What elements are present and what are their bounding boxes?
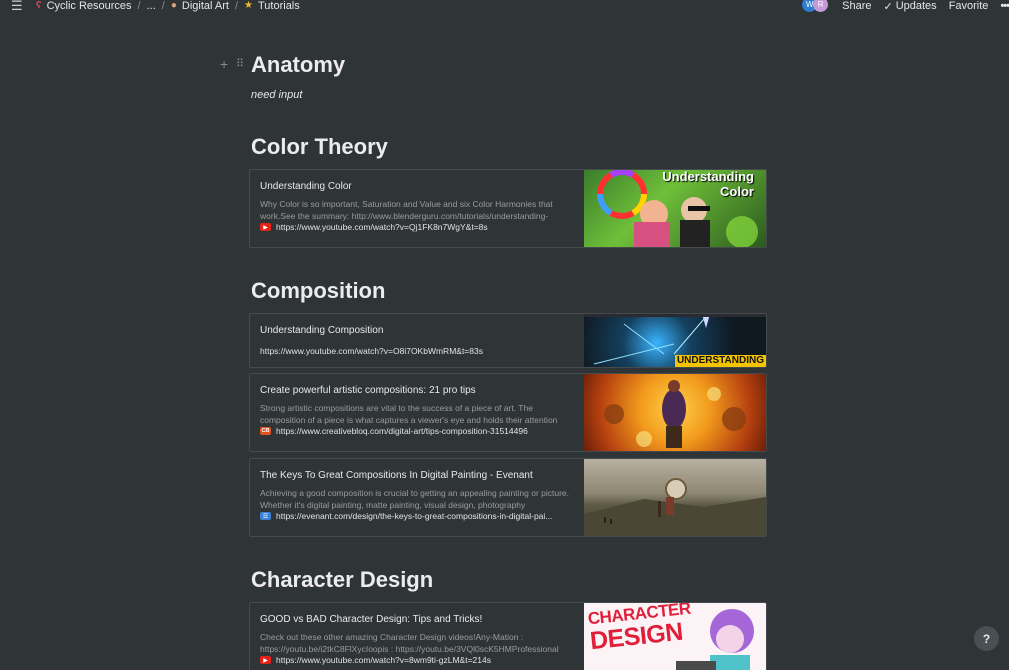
avatar-group[interactable]: W R bbox=[802, 0, 829, 12]
card-url: https://www.youtube.com/watch?v=O8i7OKbW… bbox=[260, 346, 574, 356]
card-title: GOOD vs BAD Character Design: Tips and T… bbox=[260, 614, 483, 625]
card-description: Check out these other amazing Character … bbox=[260, 632, 559, 654]
breadcrumb-separator: / bbox=[161, 0, 165, 12]
anatomy-note: need input bbox=[251, 89, 303, 101]
breadcrumb-label: ... bbox=[146, 0, 156, 12]
breadcrumb-separator: / bbox=[234, 0, 239, 12]
card-url-text: https://www.youtube.com/watch?v=O8i7OKbW… bbox=[260, 346, 483, 356]
evenant-icon: ☰ bbox=[260, 512, 271, 520]
card-title: The Keys To Great Compositions In Digita… bbox=[260, 470, 533, 481]
card-thumbnail: Understanding Color bbox=[584, 170, 766, 247]
card-thumbnail: CHARACTER DESIGN bbox=[584, 603, 766, 670]
card-title: Understanding Color bbox=[260, 181, 352, 192]
card-url-text: https://www.youtube.com/watch?v=Qj1FK8n7… bbox=[276, 222, 488, 232]
card-body: The Keys To Great Compositions In Digita… bbox=[250, 459, 584, 536]
card-thumbnail bbox=[584, 459, 766, 536]
avatar: R bbox=[813, 0, 829, 12]
breadcrumb-label: Digital Art bbox=[181, 0, 229, 12]
top-actions: W R Share ✓ Updates Favorite ••• bbox=[802, 0, 1009, 13]
card-description: Why Color is so important, Saturation an… bbox=[260, 199, 553, 221]
card-thumbnail bbox=[584, 374, 766, 451]
add-block-icon[interactable]: + bbox=[220, 56, 228, 72]
thumbnail-caption-line: Color bbox=[720, 184, 754, 199]
check-icon: ✓ bbox=[883, 0, 893, 13]
breadcrumb-item-digital-art[interactable]: ● Digital Art bbox=[171, 0, 229, 12]
card-url: ☰ https://evenant.com/design/the-keys-to… bbox=[260, 511, 574, 521]
heading-character-design: Character Design bbox=[251, 567, 434, 592]
bookmark-card-evenant-compositions[interactable]: The Keys To Great Compositions In Digita… bbox=[249, 458, 767, 537]
star-icon: ★ bbox=[244, 0, 253, 11]
top-bar: ☰ ʕ Cyclic Resources / ... / ● Digital A… bbox=[0, 0, 1009, 13]
card-body: Create powerful artistic compositions: 2… bbox=[250, 374, 584, 451]
help-button[interactable]: ? bbox=[974, 626, 999, 651]
breadcrumb-separator: / bbox=[137, 0, 141, 12]
card-description: Achieving a good composition is crucial … bbox=[260, 488, 570, 510]
heading-color-theory: Color Theory bbox=[251, 134, 388, 159]
more-options-icon[interactable]: ••• bbox=[1000, 0, 1009, 12]
card-url: CB https://www.creativebloq.com/digital-… bbox=[260, 426, 574, 436]
heading-composition: Composition bbox=[251, 278, 386, 303]
card-url-text: https://evenant.com/design/the-keys-to-g… bbox=[276, 511, 553, 521]
card-body: Understanding Composition https://www.yo… bbox=[250, 314, 584, 367]
share-button[interactable]: Share bbox=[842, 0, 871, 12]
heading-anatomy: Anatomy bbox=[251, 52, 346, 77]
card-body: GOOD vs BAD Character Design: Tips and T… bbox=[250, 603, 584, 670]
youtube-icon: ▶ bbox=[260, 223, 271, 231]
breadcrumb-label: Tutorials bbox=[257, 0, 300, 12]
thumbnail-caption: UNDERSTANDING bbox=[674, 355, 766, 367]
updates-button[interactable]: ✓ Updates bbox=[883, 0, 936, 13]
card-body: Understanding Color Why Color is so impo… bbox=[250, 170, 584, 247]
bookmark-card-understanding-color[interactable]: Understanding Color Why Color is so impo… bbox=[249, 169, 767, 248]
card-url-text: https://www.youtube.com/watch?v=8wm9ti-g… bbox=[276, 655, 491, 665]
palette-icon: ● bbox=[170, 0, 177, 11]
bookmark-card-artistic-compositions[interactable]: Create powerful artistic compositions: 2… bbox=[249, 373, 767, 452]
breadcrumb-label: Cyclic Resources bbox=[46, 0, 132, 12]
drag-handle-icon[interactable]: ⠿ bbox=[236, 57, 244, 70]
thumbnail-image bbox=[584, 478, 766, 536]
bookmark-card-understanding-composition[interactable]: Understanding Composition https://www.yo… bbox=[249, 313, 767, 368]
breadcrumb-item-ellipsis[interactable]: ... bbox=[147, 0, 156, 12]
thumbnail-caption: Understanding Color bbox=[662, 170, 754, 199]
card-url-text: https://www.creativebloq.com/digital-art… bbox=[276, 426, 528, 436]
youtube-icon: ▶ bbox=[260, 656, 271, 664]
breadcrumb: ʕ Cyclic Resources / ... / ● Digital Art… bbox=[36, 0, 300, 12]
thumbnail-caption-line: Understanding bbox=[662, 170, 754, 184]
card-description: Strong artistic compositions are vital t… bbox=[260, 403, 558, 425]
menu-icon[interactable]: ☰ bbox=[11, 0, 23, 12]
card-thumbnail: UNDERSTANDING bbox=[584, 314, 766, 367]
breadcrumb-item-cyclic-resources[interactable]: ʕ Cyclic Resources bbox=[36, 0, 132, 12]
card-url: ▶ https://www.youtube.com/watch?v=8wm9ti… bbox=[260, 655, 574, 665]
breadcrumb-item-tutorials[interactable]: ★ Tutorials bbox=[244, 0, 300, 12]
card-title: Create powerful artistic compositions: 2… bbox=[260, 385, 476, 396]
bookmark-card-character-design[interactable]: GOOD vs BAD Character Design: Tips and T… bbox=[249, 602, 767, 670]
creativebloq-icon: CB bbox=[260, 427, 271, 435]
thumbnail-image bbox=[604, 380, 746, 448]
card-url: ▶ https://www.youtube.com/watch?v=Qj1FK8… bbox=[260, 222, 574, 232]
updates-label: Updates bbox=[895, 0, 937, 12]
card-title: Understanding Composition bbox=[260, 325, 384, 336]
cyclic-logo-icon: ʕ bbox=[36, 0, 42, 11]
favorite-button[interactable]: Favorite bbox=[949, 0, 989, 12]
